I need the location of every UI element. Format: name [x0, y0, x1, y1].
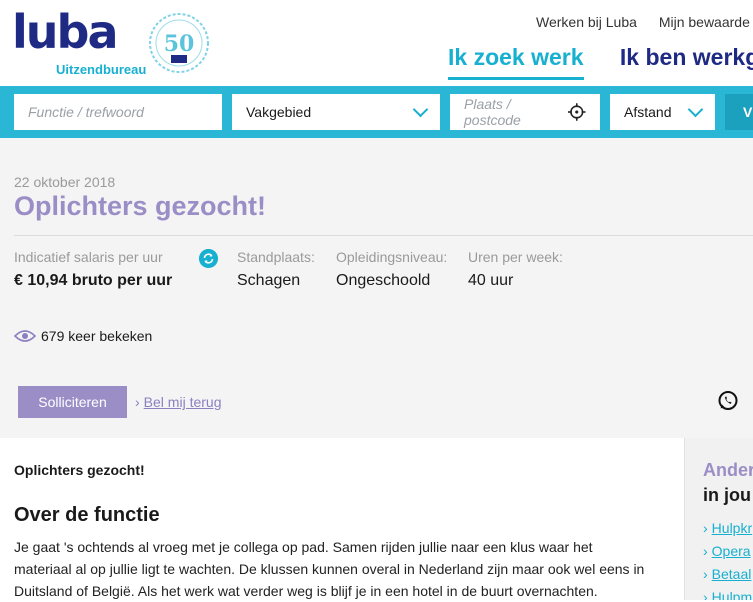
sidebar-link[interactable]: › Betaal — [703, 566, 751, 582]
hours-value: 40 uur — [468, 272, 514, 289]
search-button[interactable]: V — [725, 94, 753, 130]
refresh-icon[interactable] — [199, 249, 218, 268]
job-date: 22 oktober 2018 — [14, 174, 116, 190]
location-value: Schagen — [237, 272, 301, 289]
callback-link[interactable]: › Bel mij terug — [135, 394, 221, 410]
luba-logo[interactable]: luba — [12, 4, 118, 60]
education-label: Opleidingsniveau: — [336, 249, 448, 265]
whatsapp-icon[interactable] — [716, 389, 740, 413]
eye-icon — [14, 330, 36, 342]
sidebar-heading: Ander — [703, 460, 753, 480]
anniversary-badge-icon: 50 — [149, 13, 209, 73]
sector-select[interactable]: Vakgebied — [232, 94, 440, 130]
tab-ik-zoek-werk[interactable]: Ik zoek werk — [448, 44, 584, 80]
salary-label: Indicatief salaris per uur — [14, 249, 163, 265]
site-header: luba Uitzendbureau 50 Werken bij Luba Mi… — [0, 0, 753, 86]
sidebar-link[interactable]: › Hulpm — [703, 589, 752, 600]
salary-value: € 10,94 bruto per uur — [14, 272, 173, 289]
job-summary: 22 oktober 2018 Oplichters gezocht! Indi… — [0, 138, 753, 438]
link-mijn-bewaarde[interactable]: Mijn bewaarde — [659, 14, 750, 30]
crosshair-icon[interactable] — [568, 103, 586, 121]
top-links: Werken bij Luba Mijn bewaarde — [536, 14, 753, 30]
sector-select-value: Vakgebied — [246, 104, 312, 120]
job-title: Oplichters gezocht! — [14, 191, 267, 221]
apply-button[interactable]: Solliciteren — [18, 386, 127, 418]
education-value: Ongeschoold — [336, 272, 431, 289]
section-title: Over de functie — [14, 504, 160, 526]
hours-label: Uren per week: — [468, 249, 563, 265]
distance-select-value: Afstand — [624, 104, 672, 120]
job-description: Oplichters gezocht! Over de functie Je g… — [0, 438, 684, 600]
description-paragraph: Je gaat 's ochtends al vroeg met je coll… — [14, 539, 645, 599]
chevron-down-icon — [412, 101, 429, 118]
sidebar-link[interactable]: › Opera — [703, 543, 751, 559]
anniversary-number: 50 — [164, 31, 195, 57]
related-jobs-sidebar: Ander in jou › Hulpkr › Opera › Betaal › Hul… — [684, 438, 753, 600]
keyword-input[interactable]: Functie / trefwoord — [14, 94, 222, 130]
view-count-text: 679 keer bekeken — [41, 328, 153, 344]
main-nav: Ik zoek werk Ik ben werkge — [448, 44, 753, 80]
view-count: 679 keer bekeken — [14, 328, 152, 344]
tab-ik-ben-werkgever[interactable]: Ik ben werkge — [620, 44, 753, 70]
sidebar-subheading: in jou — [703, 485, 751, 505]
location-placeholder: Plaats / postcode — [464, 96, 521, 128]
location-label: Standplaats: — [237, 249, 315, 265]
sidebar-link[interactable]: › Hulpkr — [703, 520, 752, 536]
divider — [14, 235, 753, 236]
link-werken-bij-luba[interactable]: Werken bij Luba — [536, 14, 637, 30]
distance-select[interactable]: Afstand — [610, 94, 715, 130]
chevron-down-icon — [687, 101, 704, 118]
location-input[interactable]: Plaats / postcode — [450, 94, 600, 130]
logo-subtitle: Uitzendbureau — [56, 62, 147, 77]
chevron-right-icon: › — [135, 394, 140, 410]
search-bar: Functie / trefwoord Vakgebied Plaats / p… — [0, 86, 753, 138]
intro-heading: Oplichters gezocht! — [14, 462, 145, 478]
callback-label: Bel mij terug — [143, 394, 222, 410]
